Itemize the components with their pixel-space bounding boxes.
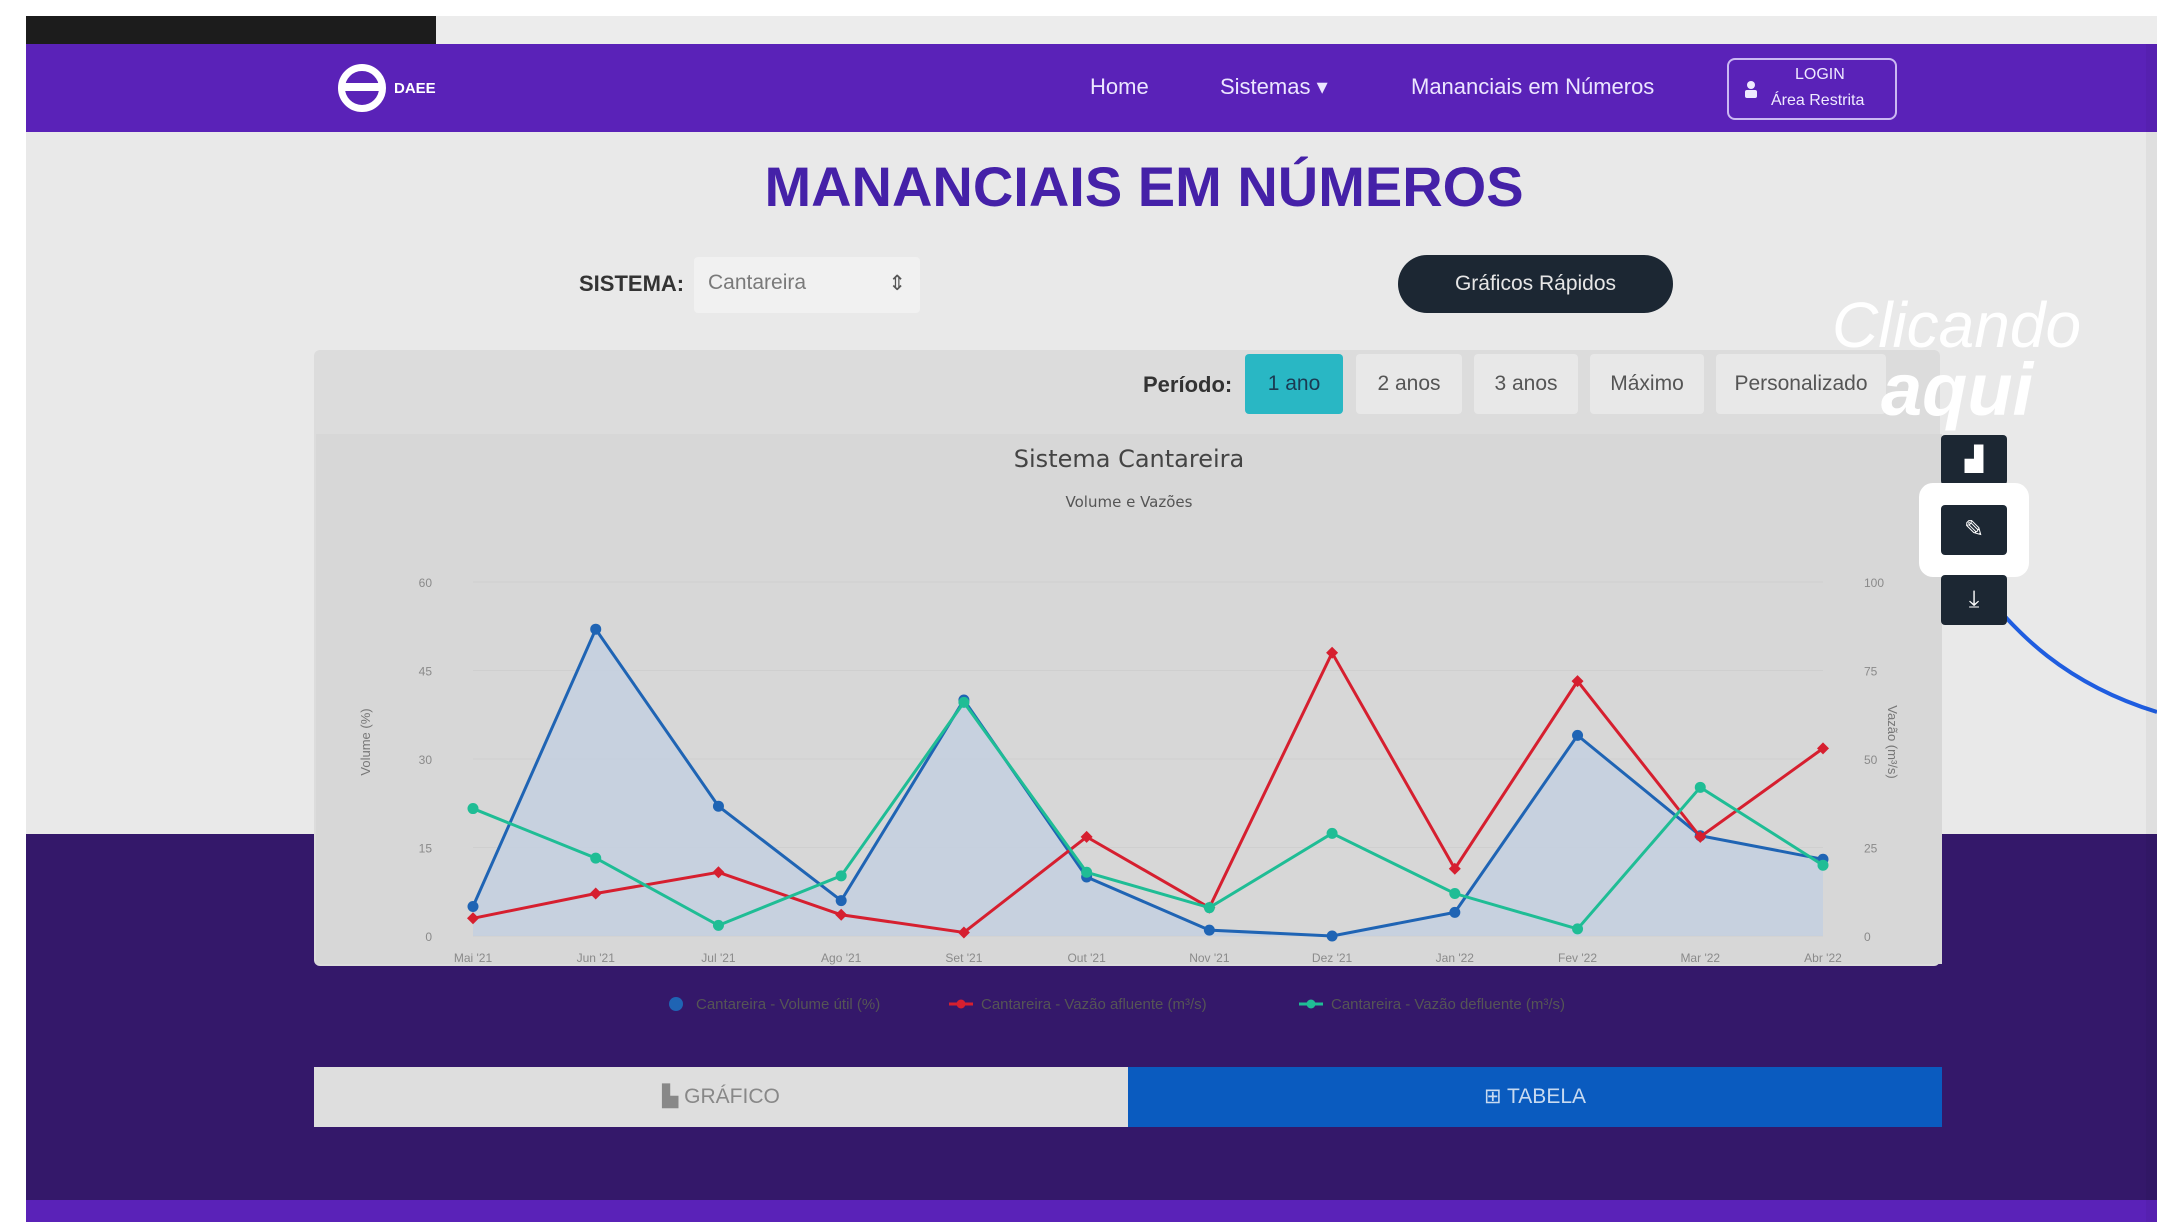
legend-label: Cantareira - Vazão defluente (m³/s) xyxy=(1331,996,1565,1013)
annotation-line2: aqui xyxy=(1881,348,2034,431)
chart-type-button[interactable]: ▟ xyxy=(1941,435,2007,485)
view-tabs: ▙ GRÁFICO ⊞ TABELA xyxy=(314,1067,1942,1127)
y-tick-right: 75 xyxy=(1864,665,1878,679)
nav-sistemas-dropdown[interactable]: Sistemas ▾ xyxy=(1220,74,1328,100)
legend-marker xyxy=(1306,999,1316,1009)
data-point xyxy=(1817,859,1829,871)
x-tick-label: Abr '22 xyxy=(1804,951,1842,965)
data-point xyxy=(467,803,479,815)
legend-label: Cantareira - Volume útil (%) xyxy=(696,996,880,1013)
y-tick-left: 60 xyxy=(419,576,433,590)
tab-tabela[interactable]: ⊞ TABELA xyxy=(1128,1067,1942,1127)
chart-icon: ▟ xyxy=(1964,446,1984,473)
legend-marker xyxy=(956,999,966,1009)
data-point xyxy=(1694,781,1706,793)
nav-home-link[interactable]: Home xyxy=(1090,74,1149,100)
download-chart-button[interactable]: ⤓ xyxy=(1941,575,2007,625)
data-point xyxy=(1572,923,1584,935)
x-tick-label: Mar '22 xyxy=(1680,951,1720,965)
select-caret-icon: ⇕ xyxy=(888,272,906,295)
customize-chart-button[interactable]: ✎ xyxy=(1941,505,2007,555)
y-tick-left: 30 xyxy=(419,753,433,767)
chart-subtitle: Volume e Vazões xyxy=(1066,493,1193,511)
x-tick-label: Jan '22 xyxy=(1436,951,1475,965)
periodo-label: Período: xyxy=(1143,372,1233,397)
x-tick-label: Ago '21 xyxy=(821,951,862,965)
x-tick-label: Set '21 xyxy=(945,951,982,965)
brush-icon: ✎ xyxy=(1963,516,1985,543)
chart-title: Sistema Cantareira xyxy=(1014,445,1244,473)
table-icon: ⊞ xyxy=(1483,1085,1508,1108)
x-tick-label: Fev '22 xyxy=(1558,951,1597,965)
data-point xyxy=(712,800,724,812)
data-point xyxy=(1203,924,1215,936)
x-tick-label: Jun '21 xyxy=(577,951,616,965)
data-point xyxy=(1449,906,1461,918)
periodo-3-anos[interactable]: 3 anos xyxy=(1474,354,1578,414)
tab-grafico[interactable]: ▙ GRÁFICO xyxy=(314,1067,1128,1127)
x-tick-label: Mai '21 xyxy=(454,951,493,965)
y-tick-right: 0 xyxy=(1864,930,1871,944)
legend-layer: Cantareira - Volume útil (%) Cantareira -… xyxy=(669,996,1565,1013)
y-tick-left: 45 xyxy=(419,665,433,679)
periodo-personalizado[interactable]: Personalizado xyxy=(1716,354,1886,414)
sistema-label: SISTEMA: xyxy=(579,271,685,296)
footer-strip xyxy=(26,1200,2157,1222)
y-tick-right: 50 xyxy=(1864,753,1878,767)
sistema-value: Cantareira xyxy=(708,271,807,294)
tab-grafico-label: GRÁFICO xyxy=(684,1085,780,1108)
right-edge xyxy=(2146,44,2157,1222)
bar-chart-icon: ▙ xyxy=(662,1085,685,1108)
browser-top-strip xyxy=(26,16,2157,44)
periodo-2-anos[interactable]: 2 anos xyxy=(1356,354,1462,414)
data-point xyxy=(1449,888,1461,900)
dark-corner xyxy=(26,16,436,44)
login-label: LOGIN xyxy=(1795,66,1845,83)
data-point xyxy=(712,919,724,931)
periodo-maximo[interactable]: Máximo xyxy=(1590,354,1704,414)
periodo-1-ano[interactable]: 1 ano xyxy=(1245,354,1343,414)
daee-logo[interactable]: DAEE xyxy=(338,64,436,112)
data-point xyxy=(467,901,479,912)
data-point xyxy=(1326,930,1338,942)
data-point xyxy=(1326,827,1338,839)
y-tick-right: 100 xyxy=(1864,576,1884,590)
restricted-area-label: Área Restrita xyxy=(1771,92,1865,109)
y-tick-left: 0 xyxy=(425,930,432,944)
y-axis-label-left: Volume (%) xyxy=(358,708,373,775)
data-point xyxy=(590,623,602,635)
legend-label: Cantareira - Vazão afluente (m³/s) xyxy=(981,996,1207,1013)
data-point xyxy=(1081,866,1093,878)
sistema-select[interactable]: Cantareira ⇕ xyxy=(694,257,920,313)
data-point xyxy=(590,852,602,864)
nav-mananciais-link[interactable]: Mananciais em Números xyxy=(1411,74,1654,100)
login-button[interactable]: LOGIN Área Restrita xyxy=(1727,58,1897,120)
data-point xyxy=(958,696,970,708)
user-icon xyxy=(1745,81,1757,98)
screenshot-stage: DAEE Home Sistemas ▾ Mananciais em Númer… xyxy=(0,0,2157,1222)
download-icon: ⤓ xyxy=(1968,586,1980,613)
y-axis-label-right: Vazão (m³/s) xyxy=(1885,705,1900,778)
x-tick-label: Nov '21 xyxy=(1189,951,1230,965)
legend-marker xyxy=(669,997,683,1011)
x-tick-label: Jul '21 xyxy=(701,951,736,965)
browser-viewport: DAEE Home Sistemas ▾ Mananciais em Númer… xyxy=(26,44,2157,1222)
navbar: DAEE Home Sistemas ▾ Mananciais em Númer… xyxy=(26,44,2157,132)
logo-mark-icon xyxy=(338,64,386,112)
x-tick-label: Dez '21 xyxy=(1312,951,1353,965)
tab-tabela-label: TABELA xyxy=(1507,1085,1587,1108)
y-tick-left: 15 xyxy=(419,842,433,856)
data-point xyxy=(1203,902,1215,914)
data-point xyxy=(835,895,847,907)
data-point xyxy=(835,870,847,882)
data-point xyxy=(1572,729,1584,741)
logo-text: DAEE xyxy=(394,79,436,97)
y-tick-right: 25 xyxy=(1864,842,1878,856)
page-title: MANANCIAIS EM NÚMEROS xyxy=(764,155,1524,218)
x-tick-label: Out '21 xyxy=(1067,951,1106,965)
quick-charts-button[interactable]: Gráficos Rápidos xyxy=(1398,255,1673,313)
